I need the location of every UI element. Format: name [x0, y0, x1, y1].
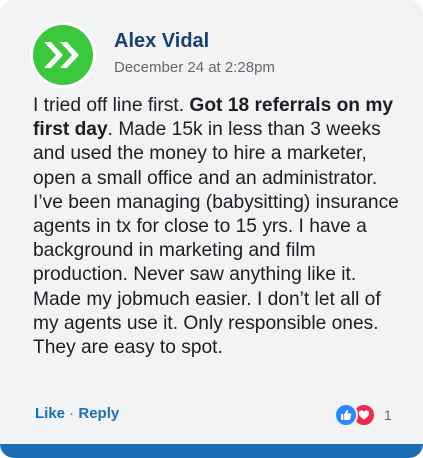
- double-chevron-logo-icon: [33, 25, 93, 85]
- comment-actions: Like · Reply: [35, 405, 119, 422]
- avatar[interactable]: [30, 22, 96, 88]
- reactions-summary[interactable]: 1: [334, 403, 392, 427]
- comment-text-intro: I tried off line first.: [33, 95, 190, 116]
- bottom-accent-bar: [0, 444, 423, 458]
- author-name[interactable]: Alex Vidal: [114, 30, 209, 53]
- reaction-count: 1: [384, 407, 392, 423]
- reply-link[interactable]: Reply: [78, 405, 119, 422]
- comment-text: I tried off line first. Got 18 referrals…: [33, 94, 405, 360]
- like-link[interactable]: Like: [35, 405, 65, 422]
- like-icon: [334, 403, 358, 427]
- action-separator: ·: [65, 405, 79, 422]
- comment-text-rest: . Made 15k in less than 3 weeks and used…: [33, 119, 399, 359]
- comment-timestamp[interactable]: December 24 at 2:28pm: [114, 59, 275, 76]
- comment-card: Alex Vidal December 24 at 2:28pm I tried…: [0, 0, 423, 458]
